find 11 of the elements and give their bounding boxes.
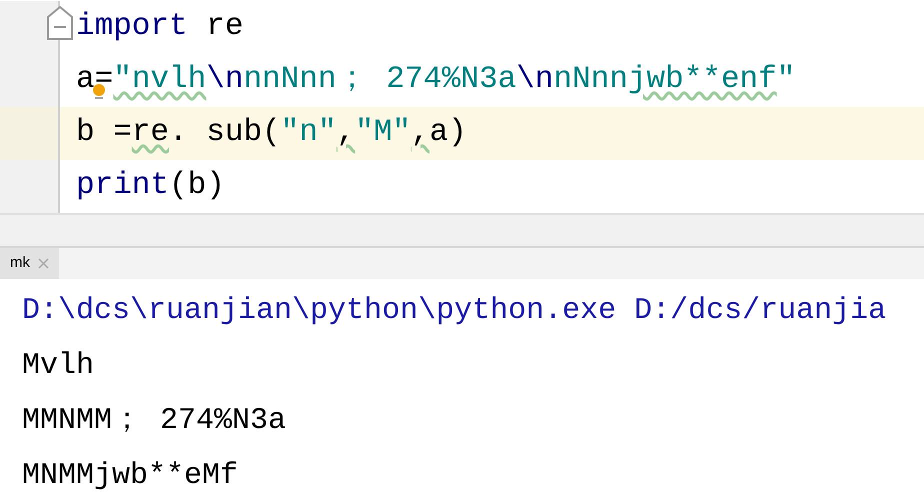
fold-icon[interactable] [46,5,74,41]
code-line: b =re. sub("n","M",a) [75,114,467,152]
close-icon[interactable] [38,258,49,270]
code-editor[interactable]: import re a="nvlh\nnnNnn； 274%N3a\nnNnnjwb**enf" b =re. sub("n","M",a) print(b) [0,0,924,215]
line-gutter [0,107,60,160]
code-line: a="nvlh\nnnNnn； 274%N3a\nnNnnjwb**enf" [60,57,796,104]
code-line: print(b) [75,167,225,206]
line-gutter [0,160,60,213]
line-gutter [0,54,60,107]
code-line: import re [75,8,244,46]
run-tab[interactable]: mk [0,248,59,279]
